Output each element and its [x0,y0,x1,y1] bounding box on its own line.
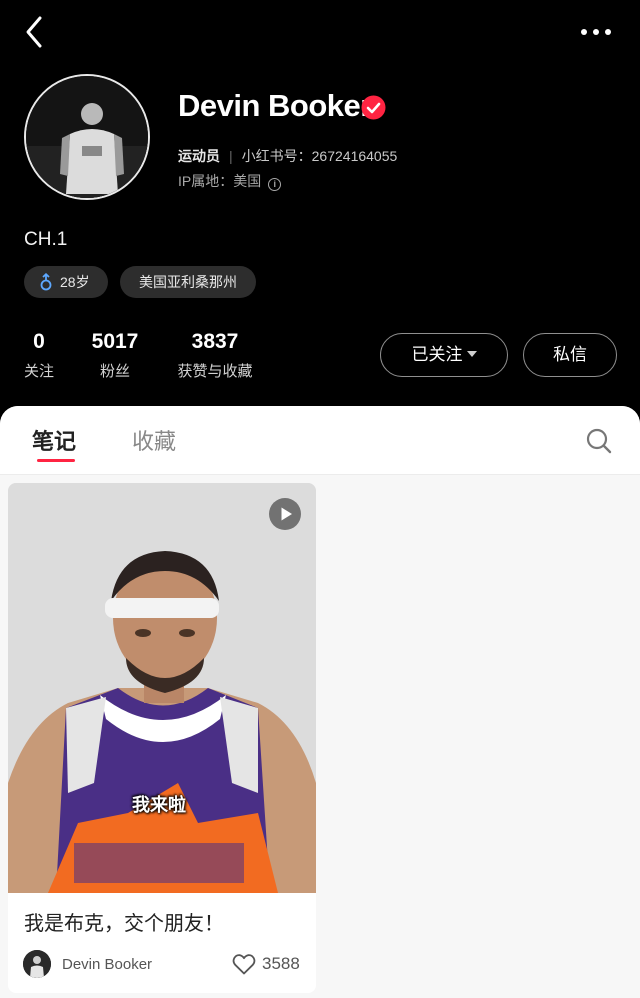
caret-down-icon [466,351,477,357]
note-cover-image[interactable]: 我来啦 [8,483,316,893]
author-avatar-photo [23,950,51,978]
stat-likes-count: 3837 [191,330,239,353]
profile-bio: CH.1 [24,229,68,250]
player-photo [8,483,316,893]
followed-label: 已关注 [411,345,463,364]
stat-fans[interactable]: 5017 粉丝 [82,330,148,381]
content-panel: 笔记 收藏 我来啦 我是布克，交个朋友！ Devin Booker 3588 [0,406,640,998]
verified-check-icon [361,95,386,120]
message-button[interactable]: 私信 [523,333,617,377]
video-caption: 我来啦 [132,795,186,815]
back-button[interactable] [18,12,54,52]
age-tag: 28岁 [24,266,108,298]
chevron-left-icon [26,16,42,48]
play-icon [269,498,301,530]
tab-bar: 笔记 收藏 [0,406,640,475]
stat-fans-label: 粉丝 [99,363,130,380]
more-button[interactable] [578,20,618,44]
tab-notes[interactable]: 笔记 [32,424,76,456]
author-avatar[interactable] [23,950,51,978]
stat-fans-count: 5017 [91,330,139,353]
like-count: 3588 [262,954,300,973]
avatar-photo [26,76,148,198]
profile-name: Devin Booker [178,88,372,123]
stat-likes-collects[interactable]: 3837 获赞与收藏 [168,330,262,381]
profile-id[interactable]: 小红书号：26724164055 [242,148,398,164]
active-tab-indicator [37,459,75,462]
note-title: 我是布克，交个朋友！ [24,913,224,935]
male-gender-icon [40,273,52,291]
author-name[interactable]: Devin Booker [62,956,152,973]
location-tag: 美国亚利桑那州 [120,266,256,298]
followed-button[interactable]: 已关注 [380,333,508,377]
info-icon[interactable]: i [268,178,282,191]
top-bar [0,0,640,64]
age-label: 28岁 [60,274,90,290]
profile-meta-line: 运动员 | 小红书号：26724164055 [178,146,397,166]
ip-location-line: IP属地：美国 i [178,171,282,191]
stat-likes-label: 获赞与收藏 [177,363,253,380]
ip-location: IP属地：美国 [178,173,262,189]
search-icon [586,428,612,454]
profile-role: 运动员 [178,148,220,164]
stat-following[interactable]: 0 关注 [18,330,60,381]
tab-collections[interactable]: 收藏 [132,424,176,456]
stat-following-count: 0 [33,330,45,353]
search-button[interactable] [585,427,613,455]
more-dots-icon [581,29,611,35]
profile-avatar[interactable] [24,74,150,200]
meta-divider: | [229,148,233,164]
note-card[interactable]: 我来啦 我是布克，交个朋友！ Devin Booker 3588 [8,483,316,993]
stat-following-label: 关注 [23,363,54,380]
heart-icon[interactable] [232,953,256,975]
